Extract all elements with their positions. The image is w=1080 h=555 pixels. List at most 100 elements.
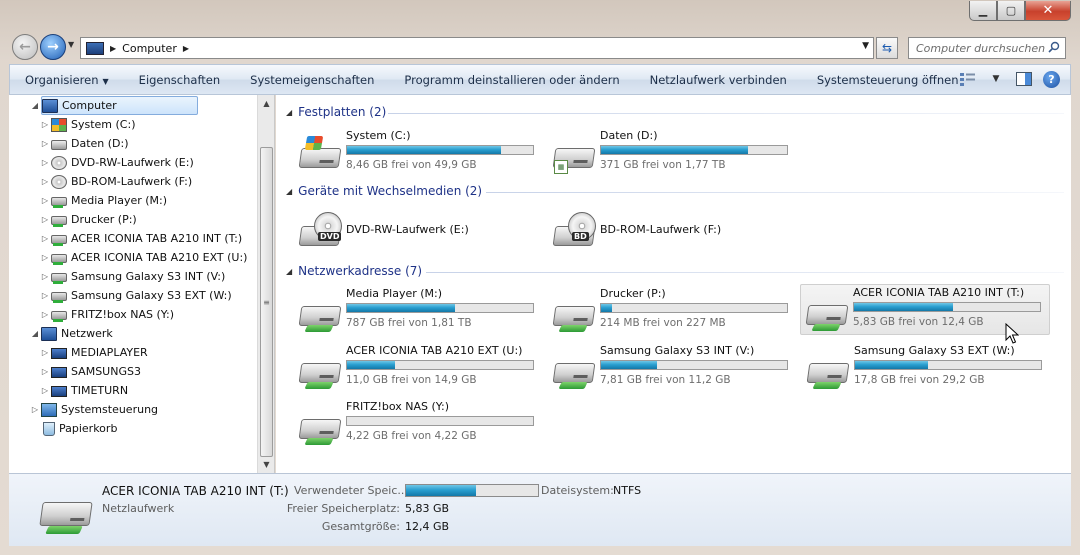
network-drive-icon [298, 290, 342, 332]
properties-button[interactable]: Eigenschaften [124, 73, 236, 87]
expand-arrow-icon[interactable]: ▷ [39, 253, 51, 262]
help-icon[interactable]: ? [1043, 70, 1060, 88]
nav-item-samsung-ext-w[interactable]: ▷ Samsung Galaxy S3 EXT (W:) [39, 286, 232, 305]
drive-tile-y[interactable]: FRITZ!box NAS (Y:) 4,22 GB frei von 4,22… [294, 399, 544, 449]
nav-item-daten-d[interactable]: ▷ Daten (D:) [39, 134, 129, 153]
expand-arrow-icon[interactable]: ▷ [39, 139, 51, 148]
expand-arrow-icon[interactable]: ▷ [39, 386, 51, 395]
drive-tile-w[interactable]: Samsung Galaxy S3 EXT (W:) 17,8 GB frei … [802, 343, 1052, 393]
drive-tile-c[interactable]: System (C:) 8,46 GB frei von 49,9 GB [294, 128, 544, 178]
network-drive-icon [51, 272, 67, 284]
nav-item-drucker-p[interactable]: ▷ Drucker (P:) [39, 210, 137, 229]
drive-tile-p[interactable]: Drucker (P:) 214 MB frei von 227 MB [548, 286, 798, 336]
breadcrumb-computer[interactable]: Computer [122, 42, 177, 55]
refresh-button[interactable]: ⇆ [876, 37, 898, 59]
collapse-arrow-icon[interactable]: ◢ [286, 187, 292, 196]
expand-arrow-icon[interactable]: ▷ [39, 310, 51, 319]
address-bar[interactable]: ▶ Computer ▶ ▼ [80, 37, 874, 59]
drive-name: DVD-RW-Laufwerk (E:) [346, 223, 469, 236]
chevron-down-icon[interactable]: ▼ [987, 70, 1005, 88]
recent-pages-dropdown[interactable]: ▼ [68, 40, 74, 49]
collapse-arrow-icon[interactable]: ◢ [29, 101, 41, 110]
group-header-removable[interactable]: ◢ Geräte mit Wechselmedien (2) [286, 181, 482, 201]
collapse-arrow-icon[interactable]: ◢ [29, 329, 41, 338]
minimize-button[interactable]: ▁ [969, 1, 997, 21]
scroll-up-arrow-icon[interactable]: ▲ [258, 95, 275, 112]
expand-arrow-icon[interactable]: ▷ [39, 367, 51, 376]
nav-item-label: Drucker (P:) [71, 213, 137, 226]
collapse-arrow-icon[interactable]: ◢ [286, 267, 292, 276]
dvd-drive-icon [51, 155, 67, 170]
expand-arrow-icon[interactable]: ▷ [39, 348, 51, 357]
usage-bar [854, 360, 1042, 370]
windows-drive-icon [298, 132, 342, 174]
nav-item-timeturn-pc[interactable]: ▷ TIMETURN [39, 381, 128, 400]
nav-item-mediaplayer-m[interactable]: ▷ Media Player (M:) [39, 191, 167, 210]
scrollbar-thumb[interactable]: ≡ [260, 147, 273, 457]
expand-arrow-icon[interactable]: ▷ [39, 177, 51, 186]
nav-item-mediaplayer-pc[interactable]: ▷ MEDIAPLAYER [39, 343, 148, 362]
view-options-icon[interactable] [959, 70, 977, 88]
details-free-label: Freier Speicherplatz: [286, 502, 400, 515]
drive-free-space: 17,8 GB frei von 29,2 GB [854, 374, 985, 386]
collapse-arrow-icon[interactable]: ◢ [286, 108, 292, 117]
open-control-panel-button[interactable]: Systemsteuerung öffnen [802, 73, 974, 87]
nav-item-bd-f[interactable]: ▷ BD-ROM-Laufwerk (F:) [39, 172, 192, 191]
nav-item-acer-ext-u[interactable]: ▷ ACER ICONIA TAB A210 EXT (U:) [39, 248, 247, 267]
nav-item-system-c[interactable]: ▷ System (C:) [39, 115, 136, 134]
system-properties-button[interactable]: Systemeigenschaften [235, 73, 389, 87]
drive-tile-d[interactable]: ▦ Daten (D:) 371 GB frei von 1,77 TB [548, 128, 798, 178]
forward-button[interactable]: → [40, 34, 66, 60]
maximize-button[interactable]: ▢ [997, 1, 1025, 21]
search-input[interactable]: Computer durchsuchen [908, 37, 1066, 59]
drive-tile-f[interactable]: BD BD-ROM-Laufwerk (F:) [548, 206, 798, 256]
expand-arrow-icon[interactable]: ▷ [29, 405, 41, 414]
map-network-drive-button[interactable]: Netzlaufwerk verbinden [635, 73, 802, 87]
group-header-network-location[interactable]: ◢ Netzwerkadresse (7) [286, 261, 422, 281]
expand-arrow-icon[interactable]: ▷ [39, 234, 51, 243]
expand-arrow-icon[interactable]: ▷ [39, 158, 51, 167]
drive-tile-v[interactable]: Samsung Galaxy S3 INT (V:) 7,81 GB frei … [548, 343, 798, 393]
network-drive-icon [805, 289, 849, 331]
close-button[interactable]: ✕ [1025, 1, 1071, 21]
drive-name: FRITZ!box NAS (Y:) [346, 400, 450, 413]
dvd-drive-icon: DVD [298, 210, 342, 252]
nav-item-acer-int-t[interactable]: ▷ ACER ICONIA TAB A210 INT (T:) [39, 229, 242, 248]
computer-icon [42, 98, 58, 113]
drive-free-space: 4,22 GB frei von 4,22 GB [346, 430, 477, 442]
nav-item-computer[interactable]: ◢ Computer [29, 96, 198, 115]
nav-item-label: Systemsteuerung [61, 403, 159, 416]
network-icon [41, 326, 57, 341]
nav-item-systemsteuerung[interactable]: ▷ Systemsteuerung [29, 400, 158, 419]
group-divider [486, 192, 1064, 193]
uninstall-program-button[interactable]: Programm deinstallieren oder ändern [389, 73, 634, 87]
nav-item-netzwerk[interactable]: ◢ Netzwerk [29, 324, 113, 343]
expand-arrow-icon[interactable]: ▷ [39, 272, 51, 281]
nav-item-fritzbox-y[interactable]: ▷ FRITZ!box NAS (Y:) [39, 305, 174, 324]
details-total-label: Gesamtgröße: [321, 520, 400, 533]
view-controls: ▼ ? [959, 70, 1060, 88]
drive-free-space: 787 GB frei von 1,81 TB [346, 317, 472, 329]
group-header-hard-disks[interactable]: ◢ Festplatten (2) [286, 102, 386, 122]
drive-tile-u[interactable]: ACER ICONIA TAB A210 EXT (U:) 11,0 GB fr… [294, 343, 544, 393]
drive-name: Drucker (P:) [600, 287, 666, 300]
expand-arrow-icon[interactable]: ▷ [39, 196, 51, 205]
nav-item-samsung-int-v[interactable]: ▷ Samsung Galaxy S3 INT (V:) [39, 267, 225, 286]
chevron-down-icon[interactable]: ▼ [862, 41, 869, 51]
scroll-down-arrow-icon[interactable]: ▼ [258, 456, 275, 473]
nav-item-samsungs3-pc[interactable]: ▷ SAMSUNGS3 [39, 362, 141, 381]
nav-item-dvd-e[interactable]: ▷ DVD-RW-Laufwerk (E:) [39, 153, 194, 172]
nav-scrollbar[interactable]: ▲ ≡ ▼ [257, 95, 274, 473]
chevron-right-icon[interactable]: ▶ [110, 44, 116, 53]
chevron-right-icon[interactable]: ▶ [183, 44, 189, 53]
drive-tile-m[interactable]: Media Player (M:) 787 GB frei von 1,81 T… [294, 286, 544, 336]
nav-item-papierkorb[interactable]: Papierkorb [29, 419, 117, 438]
expand-arrow-icon[interactable]: ▷ [39, 215, 51, 224]
preview-pane-icon[interactable] [1015, 70, 1033, 88]
drive-tile-e[interactable]: DVD DVD-RW-Laufwerk (E:) [294, 206, 544, 256]
bd-drive-icon: BD [552, 210, 596, 252]
organize-menu[interactable]: Organisieren ▼ [10, 73, 124, 87]
expand-arrow-icon[interactable]: ▷ [39, 120, 51, 129]
expand-arrow-icon[interactable]: ▷ [39, 291, 51, 300]
back-button[interactable]: ← [12, 34, 38, 60]
